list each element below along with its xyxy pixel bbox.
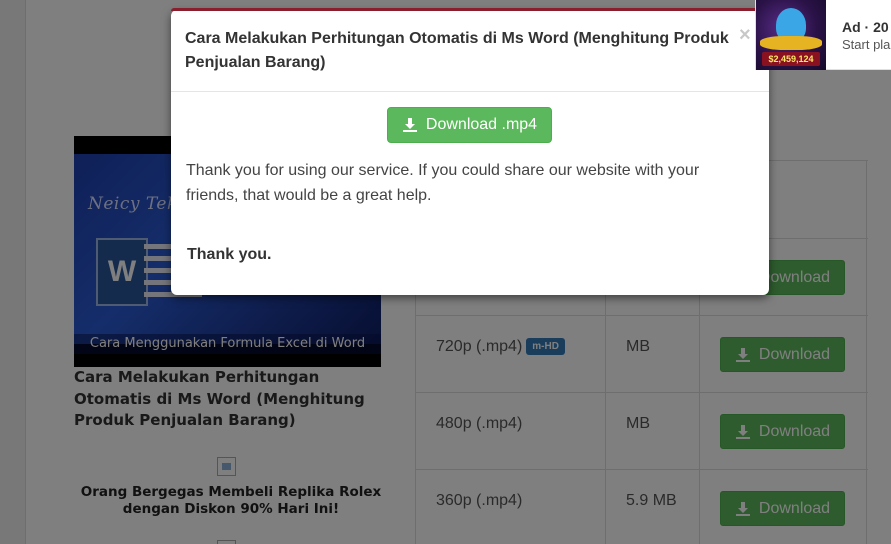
ad-subtitle: Start pla (842, 37, 891, 52)
modal-title: Cara Melakukan Perhitungan Otomatis di M… (185, 30, 729, 71)
ad-jackpot-amount: $2,459,124 (762, 52, 820, 66)
download-modal: Cara Melakukan Perhitungan Otomatis di M… (171, 8, 769, 295)
ad-image: $2,459,124 (756, 0, 826, 70)
close-icon[interactable]: × (739, 24, 751, 47)
modal-message: Thank you for using our service. If you … (186, 162, 700, 204)
modal-header: Cara Melakukan Perhitungan Otomatis di M… (171, 10, 769, 92)
download-mp4-label: Download .mp4 (425, 116, 538, 133)
corner-ad[interactable]: $2,459,124 Ad · 20 Start pla (755, 0, 891, 70)
download-mp4-button[interactable]: Download .mp4 (387, 107, 552, 143)
modal-thanks: Thank you. (187, 246, 272, 263)
download-icon (402, 118, 417, 132)
ad-label: Ad · 20 (842, 19, 889, 35)
gold-coins-graphic (760, 36, 822, 50)
